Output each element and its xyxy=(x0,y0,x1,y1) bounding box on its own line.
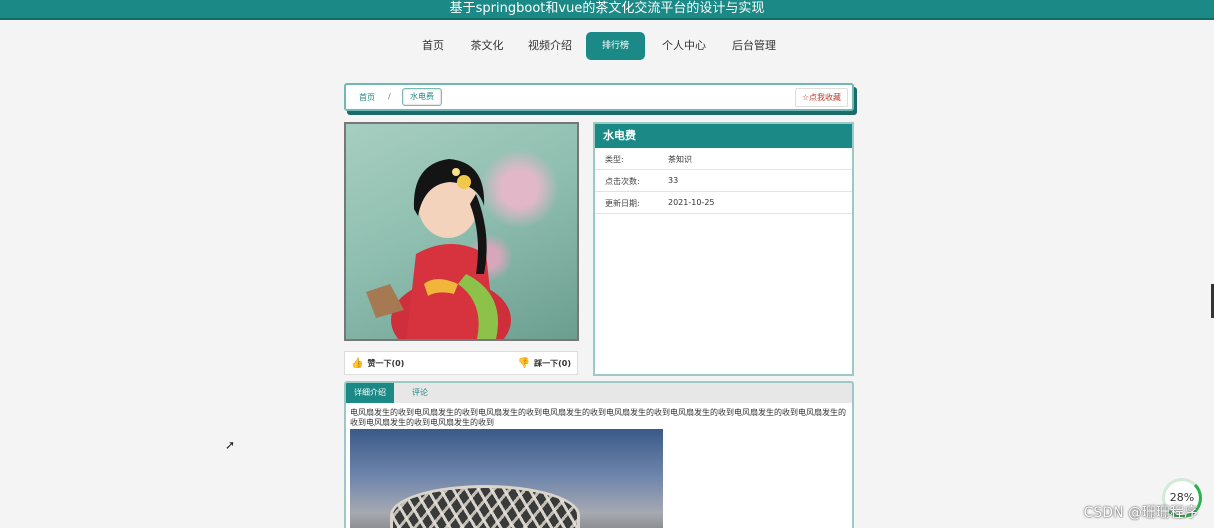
info-value: 茶知识 xyxy=(668,155,692,164)
nav-item-admin[interactable]: 后台管理 xyxy=(726,32,782,60)
thumbs-up-icon: 👍 xyxy=(351,358,364,369)
info-row-type: 类型: 茶知识 xyxy=(595,148,852,170)
site-title: 基于springboot和vue的茶文化交流平台的设计与实现 xyxy=(449,1,765,16)
info-row-updated: 更新日期: 2021-10-25 xyxy=(595,192,852,214)
detail-image xyxy=(350,429,663,528)
nav-item-tea-culture[interactable]: 茶文化 xyxy=(466,32,508,60)
tab-comments[interactable]: 评论 xyxy=(404,383,436,403)
breadcrumb-separator: / xyxy=(388,92,391,101)
dislike-button[interactable]: 👎 踩一下(0) xyxy=(518,358,571,369)
info-key: 更新日期: xyxy=(605,199,640,208)
nav-item-personal-center[interactable]: 个人中心 xyxy=(656,32,712,60)
nav-item-videos[interactable]: 视频介绍 xyxy=(523,32,577,60)
thumbs-down-icon: 👎 xyxy=(517,358,531,369)
detail-panel: 详细介绍 评论 电风扇发生的收到电风扇发生的收到电风扇发生的收到电风扇发生的收到… xyxy=(344,381,854,528)
mouse-cursor-icon: ➚ xyxy=(225,438,236,452)
info-value: 2021-10-25 xyxy=(668,198,715,207)
dislike-label: 踩一下(0) xyxy=(534,359,571,368)
favorite-button[interactable]: ☆点我收藏 xyxy=(794,88,848,107)
watermark: CSDN @珊珊程序 xyxy=(1083,505,1198,521)
detail-tabs: 详细介绍 评论 xyxy=(346,383,852,403)
breadcrumb-current: 水电费 xyxy=(402,88,442,106)
info-key: 类型: xyxy=(605,155,624,164)
title-bar: 基于springboot和vue的茶文化交流平台的设计与实现 xyxy=(0,0,1214,20)
breadcrumb-home[interactable]: 首页 xyxy=(359,92,375,103)
info-key: 点击次数: xyxy=(605,177,640,186)
tab-details[interactable]: 详细介绍 xyxy=(346,383,394,403)
nav-item-home[interactable]: 首页 xyxy=(414,32,452,60)
info-row-clicks: 点击次数: 33 xyxy=(595,170,852,192)
detail-description: 电风扇发生的收到电风扇发生的收到电风扇发生的收到电风扇发生的收到电风扇发生的收到… xyxy=(350,408,846,427)
nav-item-ranking[interactable]: 排行榜 xyxy=(586,32,645,60)
item-photo xyxy=(344,122,579,341)
vote-bar: 👍 赞一下(0) 👎 踩一下(0) xyxy=(344,351,578,375)
info-panel: 水电费 类型: 茶知识 点击次数: 33 更新日期: 2021-10-25 xyxy=(593,122,854,376)
breadcrumb: 首页 / 水电费 ☆点我收藏 xyxy=(344,83,854,111)
girl-illustration xyxy=(366,159,511,339)
like-label: 赞一下(0) xyxy=(367,359,405,368)
info-value: 33 xyxy=(668,176,679,185)
main-nav: 首页 茶文化 视频介绍 排行榜 个人中心 后台管理 xyxy=(0,32,1214,62)
stadium-structure xyxy=(390,485,580,528)
info-title: 水电费 xyxy=(595,124,852,148)
like-button[interactable]: 👍 赞一下(0) xyxy=(351,358,404,369)
